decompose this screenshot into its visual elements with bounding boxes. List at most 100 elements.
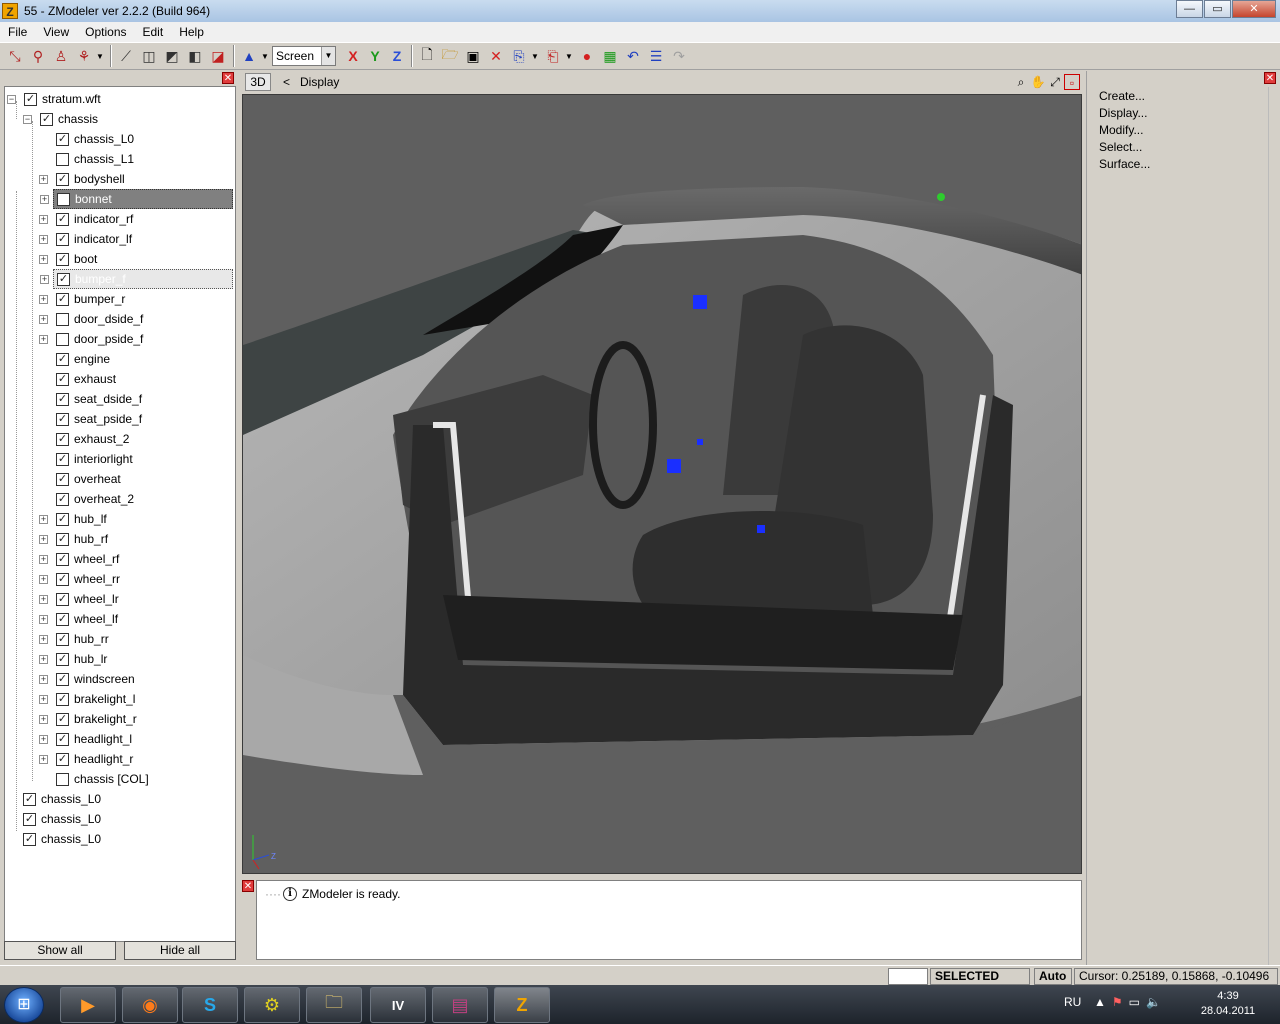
fit-view-icon[interactable]: ⤢: [1047, 74, 1063, 90]
expand-icon[interactable]: +: [39, 254, 48, 264]
tree-item-chassis-group[interactable]: − ✓ chassis: [23, 109, 98, 129]
axis-z-toggle[interactable]: Z: [386, 48, 408, 64]
delete-mode-icon[interactable]: ◪: [207, 45, 229, 67]
visibility-checkbox[interactable]: ✓: [56, 472, 69, 486]
tree-item-top-level[interactable]: ✓ chassis_L0: [23, 789, 101, 809]
expand-icon[interactable]: +: [40, 194, 49, 204]
tree-item[interactable]: ✓ chassis_L0: [39, 129, 134, 149]
menu-help[interactable]: Help: [171, 25, 212, 39]
volume-icon[interactable]: 🔈: [1146, 995, 1161, 1009]
tree-item[interactable]: chassis [COL]: [39, 769, 149, 789]
visibility-checkbox[interactable]: [56, 152, 69, 166]
command-surface[interactable]: Surface...: [1099, 157, 1150, 171]
command-create[interactable]: Create...: [1099, 89, 1145, 103]
tree-item[interactable]: + ✓ headlight_r: [39, 749, 133, 769]
tree-item[interactable]: ✓ overheat_2: [39, 489, 134, 509]
menu-view[interactable]: View: [35, 25, 77, 39]
taskbar-winrar-icon[interactable]: ▤: [432, 987, 488, 1023]
viewport-3d[interactable]: Z: [242, 94, 1082, 874]
tree-item[interactable]: ✓ interiorlight: [39, 449, 133, 469]
visibility-checkbox[interactable]: ✓: [56, 632, 69, 646]
visibility-checkbox[interactable]: ✓: [56, 732, 69, 746]
import-icon[interactable]: ⎘: [508, 45, 530, 67]
expand-icon[interactable]: +: [39, 234, 48, 244]
visibility-checkbox[interactable]: ✓: [56, 532, 69, 546]
axis-y-toggle[interactable]: Y: [364, 48, 386, 64]
delete-icon[interactable]: ✕: [485, 45, 507, 67]
log-output[interactable]: ···· i ZModeler is ready.: [256, 880, 1082, 960]
chevron-down-icon[interactable]: ▼: [321, 47, 335, 65]
expand-icon[interactable]: +: [39, 174, 48, 184]
start-button[interactable]: ⊞: [4, 987, 44, 1023]
export-icon[interactable]: ⎗: [542, 45, 564, 67]
visibility-checkbox[interactable]: [56, 332, 69, 346]
visibility-checkbox[interactable]: ✓: [56, 252, 69, 266]
show-all-button[interactable]: Show all: [4, 941, 116, 960]
tree-item[interactable]: + ✓ hub_lr: [39, 649, 107, 669]
tree-item[interactable]: ✓ seat_pside_f: [39, 409, 142, 429]
coordinate-space-select[interactable]: Screen ▼: [272, 46, 336, 66]
tree-item[interactable]: ✓ overheat: [39, 469, 121, 489]
expand-icon[interactable]: +: [39, 654, 48, 664]
collapse-icon[interactable]: −: [7, 94, 16, 104]
chevron-down-icon[interactable]: ▼: [96, 52, 104, 61]
select-tool-icon[interactable]: ⤡: [4, 45, 26, 67]
collapse-icon[interactable]: −: [23, 114, 32, 124]
expand-icon[interactable]: +: [39, 514, 48, 524]
tree-item[interactable]: + door_dside_f: [39, 309, 143, 329]
expand-icon[interactable]: +: [39, 674, 48, 684]
visibility-checkbox[interactable]: ✓: [56, 372, 69, 386]
expand-icon[interactable]: +: [39, 754, 48, 764]
zoom-icon[interactable]: ⌕: [1013, 74, 1029, 90]
tree-item[interactable]: + ✓ indicator_rf: [39, 209, 133, 229]
notes-icon[interactable]: ☰: [645, 45, 667, 67]
tree-item[interactable]: + ✓ wheel_lf: [39, 609, 118, 629]
tree-item[interactable]: + ✓ brakelight_l: [39, 689, 135, 709]
car-model-render[interactable]: Z: [243, 95, 1082, 874]
network-error-icon[interactable]: ⚑: [1112, 995, 1123, 1009]
taskbar-firefox-icon[interactable]: ◉: [122, 987, 178, 1023]
visibility-checkbox[interactable]: ✓: [56, 132, 69, 146]
status-mode[interactable]: SELECTED MODE: [930, 968, 1030, 998]
command-select[interactable]: Select...: [1099, 140, 1142, 154]
visibility-checkbox[interactable]: [56, 312, 69, 326]
tree-item[interactable]: + ✓ indicator_lf: [39, 229, 132, 249]
taskbar-tool-icon[interactable]: ⚙: [244, 987, 300, 1023]
tree-item[interactable]: + ✓ wheel_rr: [39, 569, 120, 589]
language-indicator[interactable]: RU: [1064, 995, 1081, 1009]
view-label[interactable]: Display: [300, 75, 339, 89]
face-mode-icon[interactable]: ◩: [161, 45, 183, 67]
visibility-checkbox[interactable]: ✓: [56, 172, 69, 186]
visibility-checkbox[interactable]: ✓: [57, 272, 70, 286]
pan-hand-icon[interactable]: ✋: [1030, 74, 1046, 90]
tree-item[interactable]: chassis_L1: [39, 149, 134, 169]
view-arrow[interactable]: <: [283, 75, 290, 89]
tree-item[interactable]: + ✓ headlight_l: [39, 729, 132, 749]
expand-icon[interactable]: +: [40, 274, 49, 284]
panel-scrollbar[interactable]: [1268, 87, 1280, 965]
visibility-checkbox[interactable]: ✓: [56, 292, 69, 306]
expand-icon[interactable]: +: [39, 314, 48, 324]
texture-icon[interactable]: ▦: [599, 45, 621, 67]
vertex-tool-icon[interactable]: ⚲: [27, 45, 49, 67]
tree-item[interactable]: + ✓ wheel_lr: [39, 589, 119, 609]
show-hidden-icons-icon[interactable]: ▲: [1094, 995, 1106, 1009]
command-modify[interactable]: Modify...: [1099, 123, 1143, 137]
menu-edit[interactable]: Edit: [135, 25, 172, 39]
visibility-checkbox[interactable]: ✓: [56, 752, 69, 766]
visibility-checkbox[interactable]: ✓: [40, 112, 53, 126]
expand-icon[interactable]: +: [39, 734, 48, 744]
visibility-checkbox[interactable]: ✓: [56, 452, 69, 466]
maximize-button[interactable]: ▭: [1204, 0, 1231, 18]
tree-item[interactable]: ✓ seat_dside_f: [39, 389, 142, 409]
visibility-checkbox[interactable]: ✓: [56, 212, 69, 226]
close-button[interactable]: ✕: [1232, 0, 1276, 18]
axis-x-toggle[interactable]: X: [342, 48, 364, 64]
visibility-checkbox[interactable]: ✓: [56, 652, 69, 666]
visibility-checkbox[interactable]: ✓: [56, 692, 69, 706]
system-clock[interactable]: 4:39 28.04.2011: [1196, 989, 1260, 1019]
visibility-checkbox[interactable]: ✓: [56, 672, 69, 686]
command-display[interactable]: Display...: [1099, 106, 1147, 120]
close-icon[interactable]: ✕: [222, 72, 234, 84]
chevron-down-icon[interactable]: ▼: [261, 52, 269, 61]
